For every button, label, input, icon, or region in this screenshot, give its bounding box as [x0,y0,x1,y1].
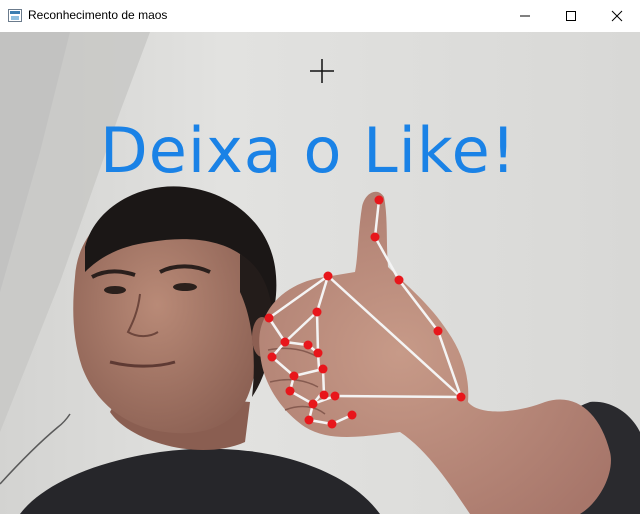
landmark-point [308,399,318,409]
minimize-icon [520,15,530,17]
landmark-point [304,415,314,425]
app-window: Reconhecimento de maos Deixa o Like! [0,0,640,514]
landmark-point [280,337,290,347]
maximize-button[interactable] [548,0,594,32]
landmark-point [289,371,299,381]
landmark-point [313,348,323,358]
overlay-caption: Deixa o Like! [100,114,517,187]
landmark-point [319,390,329,400]
minimize-button[interactable] [502,0,548,32]
landmark-point [370,232,380,242]
landmark-point [267,352,277,362]
landmark-point [327,419,337,429]
landmark-point [347,410,357,420]
camera-view[interactable]: Deixa o Like! [0,32,640,514]
landmark-point [318,364,328,374]
landmark-point [394,275,404,285]
window-title: Reconhecimento de maos [28,8,168,22]
right-eye [173,283,197,291]
maximize-icon [566,11,576,21]
app-window-icon [8,9,22,22]
close-button[interactable] [594,0,640,32]
title-bar[interactable]: Reconhecimento de maos [0,0,640,32]
landmark-point [264,313,274,323]
landmark-point [303,340,313,350]
landmark-point [323,271,333,281]
left-eye [104,286,126,294]
landmark-point [374,195,384,205]
landmark-point [285,386,295,396]
camera-frame [0,32,640,514]
close-icon [611,10,623,22]
landmark-point [433,326,443,336]
landmark-point [312,307,322,317]
landmark-point [456,392,466,402]
landmark-point [330,391,340,401]
